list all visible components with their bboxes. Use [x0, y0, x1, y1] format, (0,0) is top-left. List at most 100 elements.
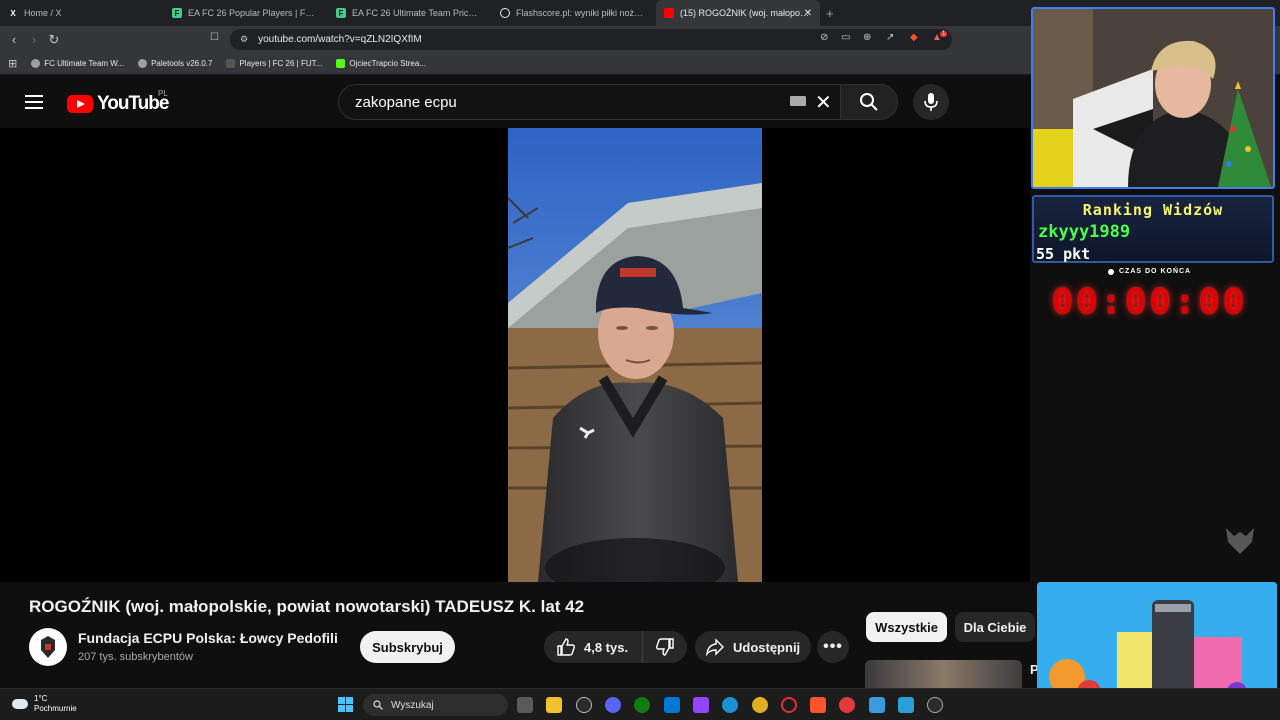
youtube-icon	[664, 8, 674, 18]
tab-futbin-popular[interactable]: F EA FC 26 Popular Players | FUTBIN	[164, 0, 328, 26]
streamer-webcam	[1031, 7, 1275, 189]
settings-gear-icon[interactable]	[927, 697, 943, 713]
xbox-icon[interactable]	[634, 697, 650, 713]
tab-youtube-active[interactable]: (15) ROGOŹNIK (woj. małopolsk ✕	[656, 0, 820, 26]
keyboard-icon[interactable]	[790, 96, 806, 106]
obs-icon[interactable]	[576, 697, 592, 713]
subscribe-button[interactable]: Subskrybuj	[360, 631, 455, 663]
app-icon[interactable]	[898, 697, 914, 713]
weather-temperature: 1°C	[34, 694, 48, 703]
like-count: 4,8 tys.	[584, 639, 629, 655]
recommended-thumbnail[interactable]	[865, 660, 1022, 690]
timer-label-text: CZAS DO KOŃCA	[1119, 268, 1192, 275]
windows-start-icon[interactable]	[338, 697, 353, 712]
voice-search-button[interactable]	[913, 84, 949, 120]
bookmark-paletools[interactable]: Paletools v26.0.7	[138, 59, 212, 68]
brave-icon[interactable]	[810, 697, 826, 713]
clear-search-icon[interactable]: ✕	[815, 90, 832, 115]
thumbs-down-icon	[655, 638, 674, 656]
chip-all[interactable]: Wszystkie	[866, 612, 947, 642]
twitch-icon[interactable]	[693, 697, 709, 713]
bookmark-label: OjciecTrapcio Strea...	[349, 59, 426, 68]
discord-icon[interactable]	[605, 697, 621, 713]
bookmark-label: Players | FC 26 | FUT...	[239, 59, 323, 68]
share-button[interactable]: Udostępnij	[695, 631, 811, 663]
vivaldi-icon[interactable]	[839, 697, 855, 713]
search-icon	[860, 93, 878, 111]
futbin-icon: F	[172, 8, 182, 18]
like-button[interactable]: 4,8 tys.	[544, 631, 643, 663]
globe-icon	[31, 59, 41, 68]
channel-logo-icon	[33, 632, 63, 662]
clock-icon	[1108, 268, 1114, 275]
tab-flashscore[interactable]: Flashscore.pl: wyniki piłki nożnej, wy	[492, 0, 656, 26]
wolf-logo-icon	[1226, 528, 1254, 554]
tab-futbin-prices[interactable]: F EA FC 26 Ultimate Team Prices, Squa	[328, 0, 492, 26]
tab-label: EA FC 26 Ultimate Team Prices, Squa	[352, 8, 482, 18]
cloud-icon	[12, 699, 28, 709]
share-icon	[706, 638, 724, 656]
taskbar-search[interactable]: Wyszukaj	[363, 694, 508, 716]
tab-label: Flashscore.pl: wyniki piłki nożnej, wy	[516, 8, 646, 18]
zoom-icon[interactable]: ⊕	[863, 32, 871, 43]
video-player[interactable]	[0, 128, 1030, 582]
bookmark-label: Paletools v26.0.7	[151, 59, 213, 68]
reload-icon[interactable]: ↻	[44, 32, 64, 48]
like-dislike-group: 4,8 tys.	[544, 631, 687, 663]
menu-icon[interactable]	[25, 95, 43, 113]
youtube-logo[interactable]: YouTube	[67, 93, 169, 115]
webcam-image	[1033, 9, 1273, 187]
weather-condition: Pochmurnie	[34, 704, 77, 713]
share-page-icon[interactable]: ↗	[886, 32, 894, 43]
edge-icon[interactable]	[722, 697, 738, 713]
new-tab-icon[interactable]: +	[826, 6, 834, 21]
photos-icon[interactable]	[869, 697, 885, 713]
more-actions-icon[interactable]: •••	[817, 631, 849, 663]
vscode-icon[interactable]	[664, 697, 680, 713]
task-view-icon[interactable]	[517, 697, 533, 713]
close-tab-icon[interactable]: ✕	[804, 8, 812, 19]
futbin-icon	[226, 59, 236, 68]
forward-icon[interactable]: ›	[24, 32, 44, 47]
thumbs-up-icon	[557, 638, 576, 656]
dislike-button[interactable]	[643, 637, 687, 657]
url-text: youtube.com/watch?v=qZLN2IQXfIM	[258, 34, 422, 45]
bookmark-players-fc26[interactable]: Players | FC 26 | FUT...	[226, 59, 322, 68]
search-icon	[373, 700, 383, 710]
video-title: ROGOŹNIK (woj. małopolskie, powiat nowot…	[29, 597, 585, 616]
opera-icon[interactable]	[781, 697, 797, 713]
apps-grid-icon[interactable]: ⊞	[8, 57, 17, 70]
cast-icon[interactable]: ▭	[841, 32, 850, 43]
search-input[interactable]: zakopane ecpu	[338, 84, 846, 120]
tab-home-x[interactable]: X Home / X	[0, 0, 164, 26]
search-query: zakopane ecpu	[355, 93, 457, 111]
microphone-icon	[924, 93, 938, 111]
bookmark-label: FC Ultimate Team W...	[44, 59, 125, 68]
futbin-icon: F	[336, 8, 346, 18]
youtube-play-icon	[67, 95, 93, 113]
taskbar-search-placeholder: Wyszukaj	[391, 699, 434, 711]
video-frame	[508, 128, 762, 582]
search-button[interactable]	[840, 84, 898, 120]
countdown-timer: 00:00:00	[1052, 282, 1248, 322]
bookmark-fc-ultimate-team[interactable]: FC Ultimate Team W...	[31, 59, 124, 68]
tab-label: EA FC 26 Popular Players | FUTBIN	[188, 8, 318, 18]
camera-blocked-icon[interactable]: ⊘	[820, 32, 828, 43]
bookmark-ojciectrapcio[interactable]: OjciecTrapcio Strea...	[336, 59, 426, 68]
kick-icon	[336, 59, 346, 68]
chip-for-you[interactable]: Dla Ciebie	[955, 612, 1035, 642]
x-icon: X	[10, 8, 16, 18]
channel-avatar[interactable]	[29, 628, 67, 666]
bookmark-icon[interactable]: ☐	[210, 32, 219, 43]
weather-widget[interactable]: 1°C Pochmurnie	[12, 694, 77, 714]
chrome-icon[interactable]	[752, 697, 768, 713]
timer-label: CZAS DO KOŃCA	[1108, 268, 1191, 275]
subscriber-count: 207 tys. subskrybentów	[78, 651, 193, 663]
channel-name[interactable]: Fundacja ECPU Polska: Łowcy Pedofili	[78, 630, 338, 646]
brave-shield-icon[interactable]: ◆	[910, 32, 918, 43]
file-explorer-icon[interactable]	[546, 697, 562, 713]
back-icon[interactable]: ‹	[4, 32, 24, 47]
site-info-icon[interactable]: ⚙	[240, 34, 248, 45]
windows-taskbar: 1°C Pochmurnie Wyszukaj	[0, 688, 1280, 720]
share-label: Udostępnij	[733, 639, 801, 655]
